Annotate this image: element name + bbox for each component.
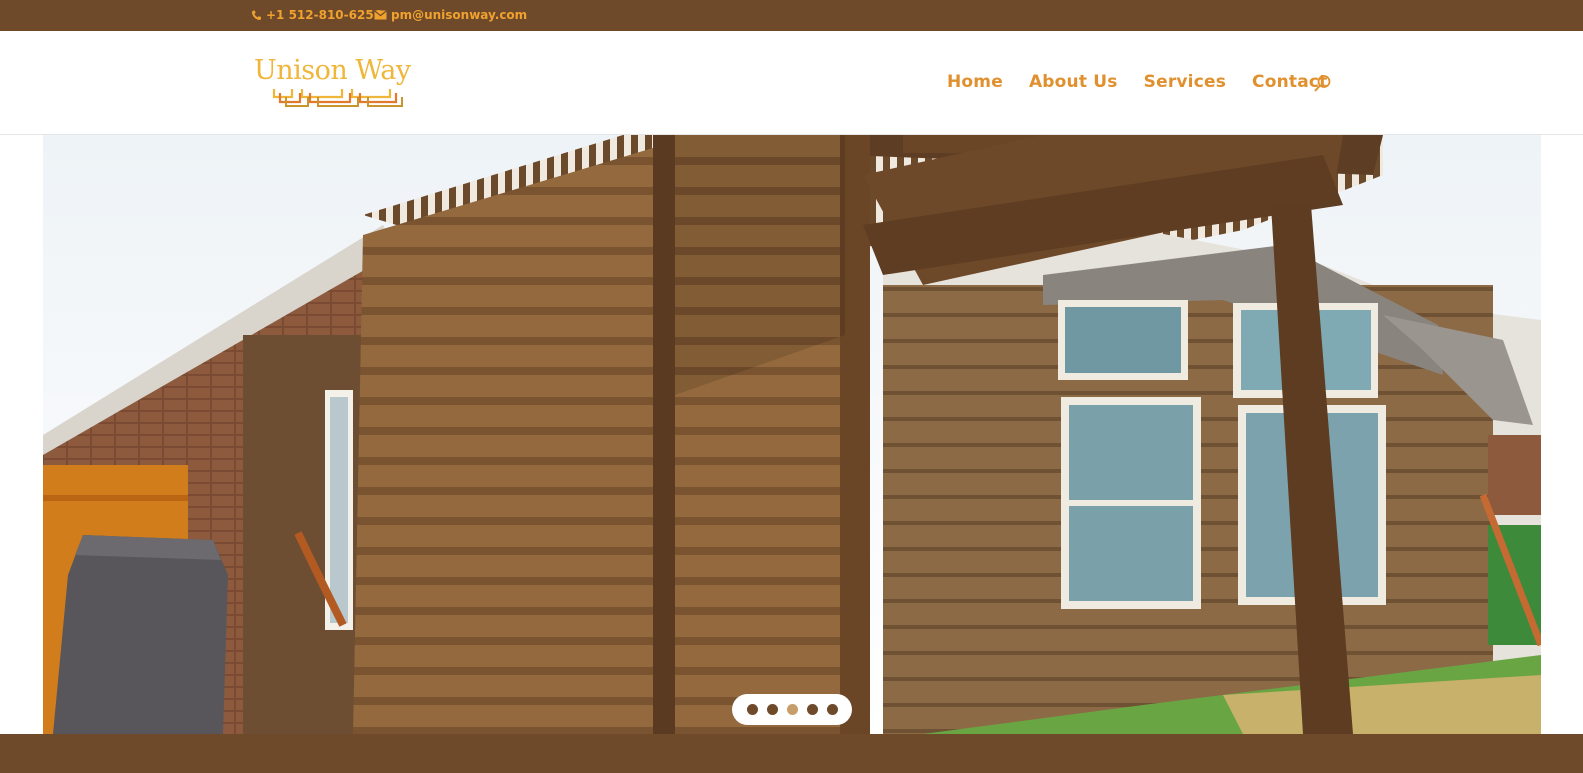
site-logo[interactable]: Unison Way [254, 55, 424, 111]
search-icon[interactable] [1313, 74, 1332, 97]
phone-icon [251, 10, 262, 21]
slider-pagination [732, 694, 852, 725]
nav-about-us[interactable]: About Us [1029, 72, 1118, 92]
slide-dot-2[interactable] [766, 704, 778, 715]
email-link[interactable]: pm@unisonway.com [374, 8, 527, 22]
logo-stripes-icon [272, 89, 403, 107]
site-header: Unison Way Home About Us Services Contac… [0, 31, 1583, 135]
main-nav: Home About Us Services Contact [947, 72, 1354, 92]
email-address: pm@unisonway.com [391, 8, 528, 22]
top-contact-bar: +1 512-810-6256 pm@unisonway.com [0, 0, 1583, 31]
phone-link[interactable]: +1 512-810-6256 [251, 8, 382, 22]
slide-dot-1[interactable] [746, 704, 758, 715]
hero-image [43, 135, 1541, 734]
nav-home[interactable]: Home [947, 72, 1003, 92]
slide-dot-4[interactable] [806, 704, 818, 715]
slide-dot-5[interactable] [826, 704, 838, 715]
content-band [0, 734, 1583, 773]
phone-number: +1 512-810-6256 [266, 8, 383, 22]
hero-slider[interactable] [43, 135, 1541, 734]
envelope-icon [374, 10, 387, 20]
slide-dot-3-active[interactable] [786, 704, 798, 715]
nav-services[interactable]: Services [1144, 72, 1226, 92]
logo-wordmark: Unison Way [254, 55, 411, 86]
